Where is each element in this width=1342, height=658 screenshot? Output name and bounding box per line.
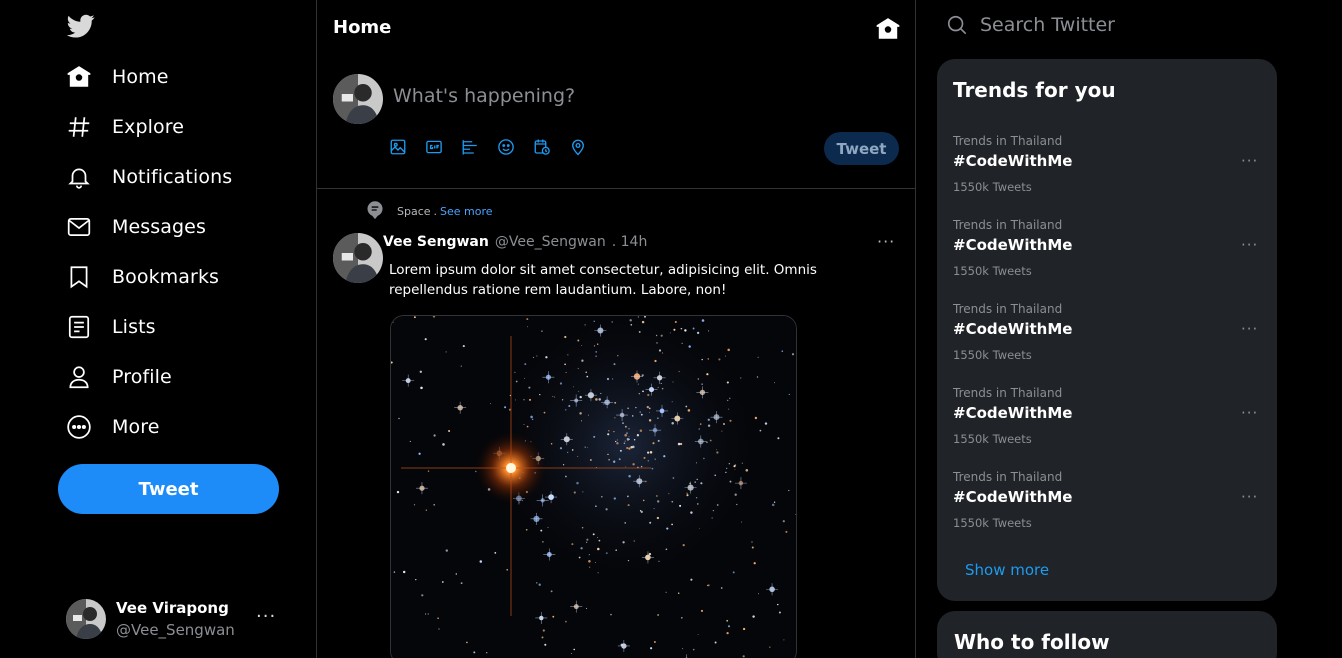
bookmark-icon	[66, 264, 92, 290]
trend-item[interactable]: Trends in Thailand #CodeWithMe 1550k Twe…	[953, 134, 1263, 204]
search-bar[interactable]	[937, 8, 1277, 42]
who-to-follow-panel: Who to follow	[937, 611, 1277, 658]
hashtag-icon	[66, 114, 92, 140]
trend-tag: #CodeWithMe	[953, 236, 1073, 254]
trend-location: Trends in Thailand	[953, 302, 1063, 316]
trend-more-icon[interactable]: ···	[1241, 488, 1258, 506]
trend-count: 1550k Tweets	[953, 516, 1032, 530]
nav-bookmarks-label: Bookmarks	[112, 266, 220, 288]
nav-messages[interactable]: Messages	[66, 207, 206, 247]
tweet-author-handle[interactable]: @Vee_Sengwan	[495, 234, 606, 250]
account-handle: @Vee_Sengwan	[116, 621, 235, 639]
trend-more-icon[interactable]: ···	[1241, 404, 1258, 422]
trend-tag: #CodeWithMe	[953, 404, 1073, 422]
main-timeline: Home Tweet Space.See more	[317, 0, 916, 658]
gif-icon[interactable]	[424, 136, 444, 158]
poll-icon[interactable]	[460, 136, 480, 158]
divider	[317, 188, 916, 189]
show-more-link[interactable]: Show more	[965, 561, 1049, 579]
avatar	[66, 599, 106, 639]
nav-profile[interactable]: Profile	[66, 357, 172, 397]
home-icon	[66, 64, 92, 90]
tweet-header: Vee Sengwan @Vee_Sengwan . 14h	[383, 234, 647, 250]
left-sidebar: Home Explore Notifications Messages Book…	[0, 0, 317, 658]
trend-more-icon[interactable]: ···	[1241, 320, 1258, 338]
page-title: Home	[333, 17, 392, 38]
more-circle-icon	[66, 414, 92, 440]
search-input[interactable]	[980, 14, 1260, 36]
tweet-context-label: Space	[397, 205, 431, 218]
nav-notifications[interactable]: Notifications	[66, 157, 232, 197]
home-icon[interactable]	[875, 16, 901, 42]
trend-count: 1550k Tweets	[953, 264, 1032, 278]
tweet-image[interactable]	[390, 315, 797, 658]
trend-tag: #CodeWithMe	[953, 320, 1073, 338]
list-icon	[66, 314, 92, 340]
trend-location: Trends in Thailand	[953, 134, 1063, 148]
compose-tweet-button[interactable]: Tweet	[824, 132, 899, 165]
location-icon[interactable]	[568, 136, 588, 158]
tweet-more-icon[interactable]: ···	[877, 232, 895, 251]
trend-count: 1550k Tweets	[953, 348, 1032, 362]
trend-item[interactable]: Trends in Thailand #CodeWithMe 1550k Twe…	[953, 302, 1263, 372]
avatar	[333, 74, 383, 124]
who-to-follow-title: Who to follow	[954, 630, 1110, 654]
nav-more-label: More	[112, 416, 160, 438]
compose-input[interactable]	[393, 80, 793, 112]
nav-more[interactable]: More	[66, 407, 160, 447]
nav-home[interactable]: Home	[66, 57, 169, 97]
trend-tag: #CodeWithMe	[953, 152, 1073, 170]
trend-item[interactable]: Trends in Thailand #CodeWithMe 1550k Twe…	[953, 386, 1263, 456]
trend-location: Trends in Thailand	[953, 470, 1063, 484]
nav-bookmarks[interactable]: Bookmarks	[66, 257, 219, 297]
trend-more-icon[interactable]: ···	[1241, 152, 1258, 170]
account-switcher[interactable]: Vee Virapong @Vee_Sengwan ···	[66, 598, 286, 642]
trend-more-icon[interactable]: ···	[1241, 236, 1258, 254]
nav-messages-label: Messages	[112, 216, 206, 238]
sidebar-tweet-button[interactable]: Tweet	[58, 464, 279, 514]
nav-home-label: Home	[112, 66, 169, 88]
nav-explore[interactable]: Explore	[66, 107, 184, 147]
trend-location: Trends in Thailand	[953, 386, 1063, 400]
nav-profile-label: Profile	[112, 366, 172, 388]
trend-tag: #CodeWithMe	[953, 488, 1073, 506]
account-more-icon[interactable]: ···	[256, 606, 276, 627]
tweet-context: Space. See more	[397, 205, 493, 218]
nav-explore-label: Explore	[112, 116, 184, 138]
nav-notifications-label: Notifications	[112, 166, 233, 188]
tweet-text: Lorem ipsum dolor sit amet consectetur, …	[389, 262, 817, 298]
twitter-logo-icon[interactable]	[66, 12, 96, 40]
person-icon	[66, 364, 92, 390]
tweet-timestamp[interactable]: . 14h	[612, 234, 648, 250]
nav-lists-label: Lists	[112, 316, 156, 338]
tweet-context-separator: .	[433, 205, 438, 218]
space-icon	[367, 201, 383, 220]
trends-panel: Trends for you Trends in Thailand #CodeW…	[937, 59, 1277, 601]
see-more-link[interactable]: See more	[440, 205, 493, 218]
trend-count: 1550k Tweets	[953, 432, 1032, 446]
emoji-icon[interactable]	[496, 136, 516, 158]
tweet-author-name[interactable]: Vee Sengwan	[383, 234, 489, 250]
account-name: Vee Virapong	[116, 599, 229, 617]
trend-location: Trends in Thailand	[953, 218, 1063, 232]
nav-lists[interactable]: Lists	[66, 307, 156, 347]
trend-item[interactable]: Trends in Thailand #CodeWithMe 1550k Twe…	[953, 470, 1263, 540]
schedule-icon[interactable]	[532, 136, 552, 158]
search-icon	[947, 15, 967, 35]
bell-icon	[66, 164, 92, 190]
avatar[interactable]	[333, 233, 383, 283]
compose-toolbar	[388, 136, 588, 158]
mail-icon	[66, 214, 92, 240]
image-icon[interactable]	[388, 136, 408, 158]
trend-count: 1550k Tweets	[953, 180, 1032, 194]
trends-title: Trends for you	[953, 78, 1116, 102]
trend-item[interactable]: Trends in Thailand #CodeWithMe 1550k Twe…	[953, 218, 1263, 288]
